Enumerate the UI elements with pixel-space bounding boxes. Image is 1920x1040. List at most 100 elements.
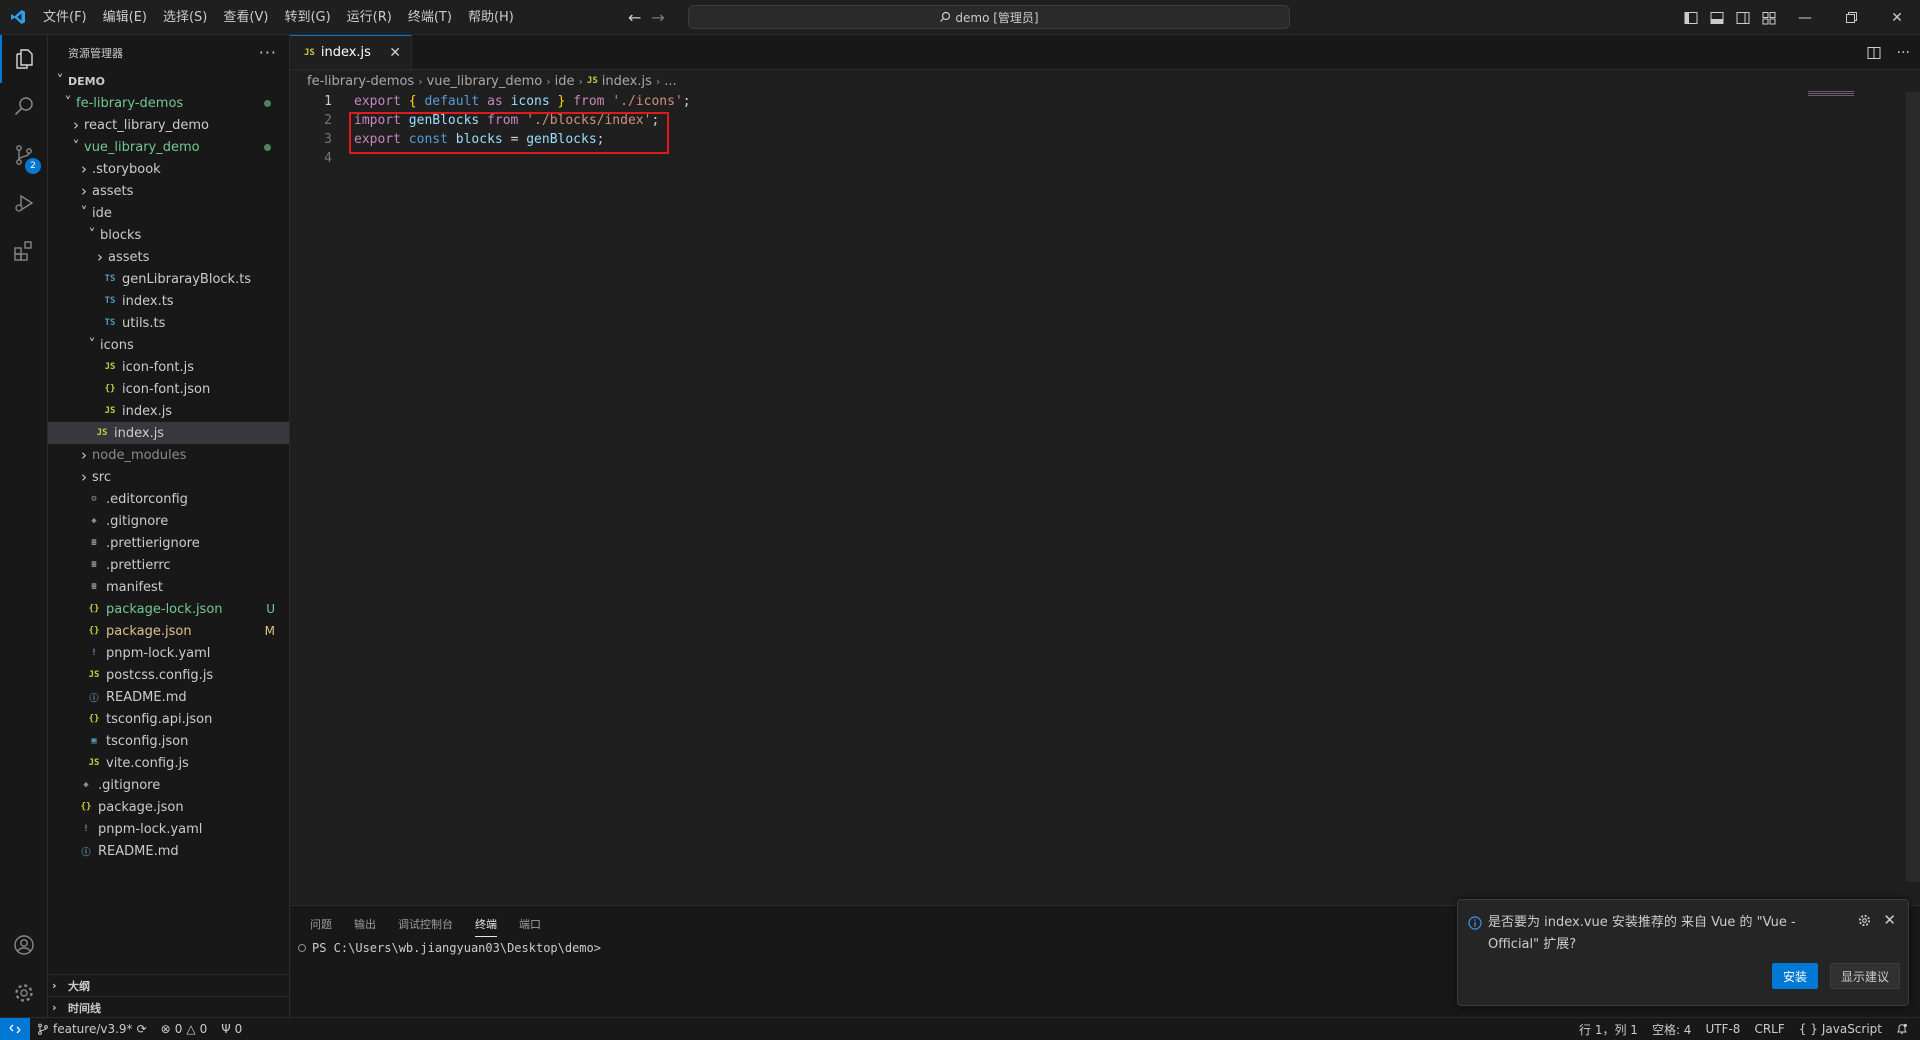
tree-file[interactable]: ▣ tsconfig.json bbox=[48, 730, 289, 752]
tree-folder[interactable]: ˅ icons bbox=[48, 334, 289, 356]
install-button[interactable]: 安装 bbox=[1772, 963, 1818, 989]
extensions-icon[interactable] bbox=[0, 227, 48, 275]
command-center-search[interactable]: demo [管理员] bbox=[688, 5, 1290, 29]
close-notification-icon[interactable]: ✕ bbox=[1883, 911, 1896, 929]
minimap[interactable] bbox=[1808, 91, 1854, 97]
tree-file[interactable]: JS icon-font.js bbox=[48, 356, 289, 378]
tree-file[interactable]: JS index.js bbox=[48, 400, 289, 422]
tree-file[interactable]: JS postcss.config.js bbox=[48, 664, 289, 686]
tree-file[interactable]: {} package.json bbox=[48, 796, 289, 818]
remote-indicator-icon[interactable] bbox=[0, 1017, 30, 1040]
panel-tab[interactable]: 终端 bbox=[475, 916, 497, 937]
account-icon[interactable] bbox=[0, 921, 48, 969]
tree-file[interactable]: ⓘ README.md bbox=[48, 840, 289, 862]
minimize-icon[interactable]: — bbox=[1782, 0, 1828, 35]
close-window-icon[interactable]: ✕ bbox=[1874, 0, 1920, 35]
tree-folder[interactable]: › assets bbox=[48, 246, 289, 268]
panel-tab[interactable]: 端口 bbox=[519, 916, 541, 932]
language-mode[interactable]: { } JavaScript bbox=[1792, 1022, 1889, 1036]
tree-file[interactable]: {} package.json M bbox=[48, 620, 289, 642]
tree-file[interactable]: ≡ .prettierignore bbox=[48, 532, 289, 554]
notification-settings-icon[interactable] bbox=[1857, 913, 1872, 928]
tree-file[interactable]: ! pnpm-lock.yaml bbox=[48, 818, 289, 840]
search-icon[interactable] bbox=[0, 83, 48, 131]
code-line[interactable]: 1 export { default as icons } from './ico… bbox=[290, 92, 1920, 111]
forward-arrow-icon[interactable]: → bbox=[651, 8, 664, 27]
tree-folder[interactable]: › node_modules bbox=[48, 444, 289, 466]
panel-tab[interactable]: 输出 bbox=[354, 916, 376, 932]
tree-file[interactable]: ◆ .gitignore bbox=[48, 510, 289, 532]
terminal-line: PS C:\Users\wb.jiangyuan03\Desktop\demo> bbox=[312, 941, 601, 955]
problems-indicator[interactable]: ⊗ 0 △ 0 bbox=[154, 1022, 215, 1036]
menu-item[interactable]: 查看(V) bbox=[215, 0, 276, 35]
breadcrumb-item[interactable]: fe-library-demos bbox=[307, 74, 414, 89]
menu-item[interactable]: 编辑(E) bbox=[95, 0, 155, 35]
toggle-panel-icon[interactable] bbox=[1704, 0, 1730, 35]
tree-file[interactable]: ⚙ .editorconfig bbox=[48, 488, 289, 510]
cursor-position[interactable]: 行 1，列 1 bbox=[1572, 1021, 1645, 1038]
split-editor-icon[interactable] bbox=[1867, 46, 1881, 60]
tree-folder[interactable]: ˅ ide bbox=[48, 202, 289, 224]
toggle-primary-sidebar-icon[interactable] bbox=[1678, 0, 1704, 35]
panel-tab[interactable]: 问题 bbox=[310, 916, 332, 932]
breadcrumb-item[interactable]: index.js bbox=[602, 74, 652, 89]
tree-file[interactable]: TS index.ts bbox=[48, 290, 289, 312]
tree-item-label: utils.ts bbox=[122, 315, 166, 331]
tree-file[interactable]: TS utils.ts bbox=[48, 312, 289, 334]
notifications-bell-icon[interactable] bbox=[1889, 1023, 1920, 1035]
menu-item[interactable]: 文件(F) bbox=[35, 0, 95, 35]
more-editor-actions-icon[interactable]: ··· bbox=[1897, 45, 1910, 61]
menu-item[interactable]: 选择(S) bbox=[155, 0, 215, 35]
ports-indicator[interactable]: Ψ 0 bbox=[214, 1022, 249, 1036]
more-actions-icon[interactable]: ··· bbox=[259, 43, 277, 62]
tree-file[interactable]: ◆ .gitignore bbox=[48, 774, 289, 796]
encoding[interactable]: UTF-8 bbox=[1698, 1022, 1747, 1036]
indentation[interactable]: 空格: 4 bbox=[1645, 1021, 1699, 1038]
toggle-secondary-sidebar-icon[interactable] bbox=[1730, 0, 1756, 35]
panel-tab[interactable]: 调试控制台 bbox=[398, 916, 453, 932]
tree-folder[interactable]: ˅ DEMO bbox=[48, 70, 289, 92]
tree-file[interactable]: {} icon-font.json bbox=[48, 378, 289, 400]
tree-folder[interactable]: ˅ fe-library-demos bbox=[48, 92, 289, 114]
tree-file[interactable]: {} package-lock.json U bbox=[48, 598, 289, 620]
tab-index-js[interactable]: JS index.js ✕ bbox=[290, 35, 412, 69]
back-arrow-icon[interactable]: ← bbox=[628, 8, 641, 27]
timeline-section[interactable]: › 时间线 bbox=[48, 996, 290, 1018]
menu-item[interactable]: 运行(R) bbox=[339, 0, 400, 35]
tree-file[interactable]: JS vite.config.js bbox=[48, 752, 289, 774]
menu-item[interactable]: 帮助(H) bbox=[460, 0, 522, 35]
tree-file[interactable]: ! pnpm-lock.yaml bbox=[48, 642, 289, 664]
menu-item[interactable]: 转到(G) bbox=[276, 0, 338, 35]
breadcrumb-item[interactable]: ide bbox=[555, 74, 575, 89]
editor-scrollbar[interactable] bbox=[1906, 92, 1920, 882]
tree-folder[interactable]: › src bbox=[48, 466, 289, 488]
tree-file[interactable]: ≡ manifest bbox=[48, 576, 289, 598]
show-recommendations-button[interactable]: 显示建议 bbox=[1830, 963, 1900, 989]
restore-icon[interactable] bbox=[1828, 0, 1874, 35]
breadcrumb-item[interactable]: ... bbox=[664, 74, 676, 89]
tree-folder[interactable]: › react_library_demo bbox=[48, 114, 289, 136]
breadcrumb-item[interactable]: vue_library_demo bbox=[427, 74, 543, 89]
tree-folder[interactable]: › assets bbox=[48, 180, 289, 202]
manage-gear-icon[interactable] bbox=[0, 969, 48, 1017]
tree-file[interactable]: ⓘ README.md bbox=[48, 686, 289, 708]
explorer-icon[interactable] bbox=[0, 35, 48, 83]
customize-layout-icon[interactable] bbox=[1756, 0, 1782, 35]
outline-section[interactable]: › 大纲 bbox=[48, 974, 290, 996]
tree-file[interactable]: ≡ .prettierrc bbox=[48, 554, 289, 576]
menu-item[interactable]: 终端(T) bbox=[400, 0, 460, 35]
close-tab-icon[interactable]: ✕ bbox=[389, 45, 401, 61]
tree-file[interactable]: {} tsconfig.api.json bbox=[48, 708, 289, 730]
tree-folder[interactable]: ˅ vue_library_demo bbox=[48, 136, 289, 158]
tree-file[interactable]: TS genLibrarayBlock.ts bbox=[48, 268, 289, 290]
run-debug-icon[interactable] bbox=[0, 179, 48, 227]
end-of-line[interactable]: CRLF bbox=[1747, 1022, 1791, 1036]
code-area[interactable]: 1 export { default as icons } from './ico… bbox=[290, 92, 1920, 168]
sync-icon[interactable]: ⟳ bbox=[137, 1022, 147, 1036]
tree-folder[interactable]: › .storybook bbox=[48, 158, 289, 180]
error-icon: ⊗ bbox=[160, 1022, 171, 1036]
source-control-icon[interactable]: 2 bbox=[0, 131, 48, 179]
tree-folder[interactable]: ˅ blocks bbox=[48, 224, 289, 246]
tree-file[interactable]: JS index.js bbox=[48, 422, 289, 444]
branch-indicator[interactable]: feature/v3.9* ⟳ bbox=[30, 1022, 154, 1036]
